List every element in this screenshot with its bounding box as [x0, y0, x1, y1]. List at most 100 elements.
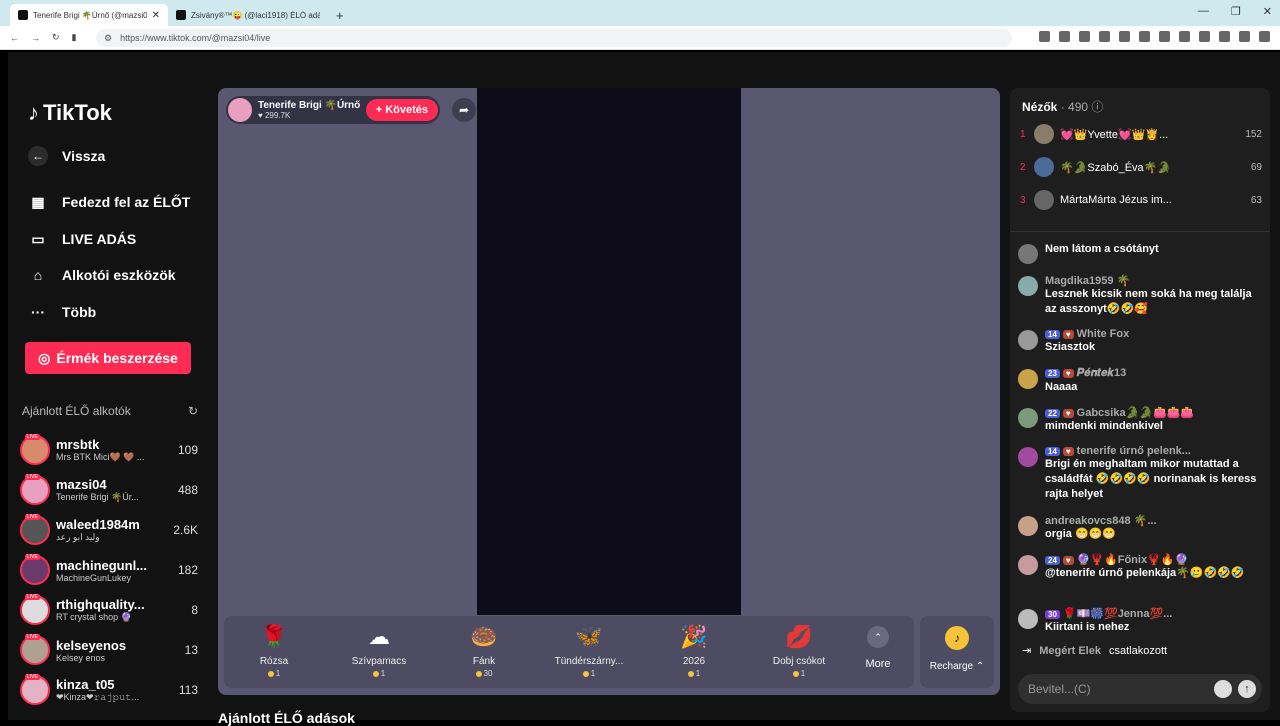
- get-coins-button[interactable]: ◎ Érmék beszerzése: [25, 342, 191, 374]
- chat-input[interactable]: Bevitel...(C) ↑: [1018, 674, 1262, 704]
- avatar[interactable]: [1018, 516, 1038, 536]
- browser-tab-active[interactable]: Tenerife Brigi 🌴Úrnő (@mazsi04) ✕: [10, 4, 168, 26]
- heart-badge-icon: ♥: [1062, 330, 1074, 339]
- live-video[interactable]: [477, 88, 741, 615]
- coin-icon: [475, 670, 482, 677]
- live-player[interactable]: Tenerife Brigi 🌴Úrnő ♥ 299.7K + Követés …: [218, 88, 1000, 695]
- tiktok-logo[interactable]: ♪ TikTok: [28, 100, 112, 126]
- creator-item[interactable]: LIVE kelseyenos Kelsey enos 13: [20, 632, 198, 668]
- sidebar-item-go-live[interactable]: ▭ LIVE ADÁS: [28, 229, 136, 249]
- chat-username[interactable]: 30 🌹💷🎆💯Jenna💯...: [1045, 607, 1262, 620]
- extension-icon[interactable]: [1039, 31, 1050, 42]
- recharge-button[interactable]: ♪ Recharge ⌃: [920, 616, 994, 688]
- gift-item[interactable]: 🎉 2026 1: [644, 622, 744, 678]
- chat-username[interactable]: Magdika1959 🌴: [1045, 274, 1262, 287]
- avatar[interactable]: [1018, 276, 1038, 296]
- extension-icon[interactable]: [1199, 31, 1210, 42]
- logo-text: TikTok: [43, 100, 112, 125]
- heart-badge-icon: ♥: [1062, 369, 1074, 378]
- rank-name: 💓👑Yvette💓👑👸...: [1060, 128, 1169, 141]
- ranking-row[interactable]: 1 💓👑Yvette💓👑👸... 152: [1020, 122, 1262, 146]
- back-link[interactable]: ← Vissza: [28, 146, 105, 166]
- close-window-icon[interactable]: ✕: [1263, 5, 1272, 18]
- rank-name: 🌴🐊Szabó_Éva🌴🐊: [1060, 161, 1172, 174]
- viewer-count: 113: [178, 683, 198, 697]
- creator-item[interactable]: LIVE machinegunl... MachineGunLukey 182: [20, 552, 198, 588]
- sidebar-item-more[interactable]: ··· Több: [28, 302, 96, 322]
- maximize-icon[interactable]: ❐: [1231, 5, 1241, 18]
- bookmark-icon[interactable]: ▮: [72, 32, 77, 43]
- site-settings-icon[interactable]: ⚙: [104, 33, 112, 44]
- more-gifts-button[interactable]: ⌃ More: [858, 626, 898, 670]
- send-icon[interactable]: ↑: [1238, 680, 1256, 698]
- avatar[interactable]: [1018, 369, 1038, 389]
- extension-icon[interactable]: [1059, 31, 1070, 42]
- chat-username[interactable]: 14 ♥ tenerife úrnő pelenk...: [1045, 445, 1262, 457]
- extension-icons: [1039, 31, 1270, 42]
- emoji-icon[interactable]: [1214, 680, 1232, 698]
- share-icon[interactable]: ➦: [452, 98, 476, 122]
- creator-item[interactable]: LIVE mrsbtk Mrs BTK Mici🤎 🤎 ... 109: [20, 432, 198, 468]
- gift-item[interactable]: 🍩 Fánk 30: [434, 622, 534, 678]
- reload-icon[interactable]: ↻: [52, 32, 60, 43]
- ranking-row[interactable]: 2 🌴🐊Szabó_Éva🌴🐊 69: [1020, 155, 1262, 179]
- new-tab-button[interactable]: +: [328, 8, 352, 26]
- sidebar: ♪ TikTok ← Vissza ▦ Fedezd fel az ÉLŐT ▭…: [8, 52, 210, 720]
- creator-item[interactable]: LIVE waleed1984m وليد ابو رعد 2.6K: [20, 512, 198, 548]
- viewer-count: 13: [184, 643, 198, 657]
- minimize-icon[interactable]: —: [1198, 5, 1209, 18]
- extension-icon[interactable]: [1179, 31, 1190, 42]
- refresh-icon[interactable]: ↻: [188, 404, 198, 418]
- chat-username[interactable]: 24 ♥ 🔮🦞🔥Főnix🦞🔥🔮: [1045, 553, 1262, 566]
- avatar[interactable]: [1018, 609, 1038, 629]
- chat-username[interactable]: andreakovcs848 🌴...: [1045, 514, 1262, 527]
- follow-button[interactable]: + Követés: [365, 99, 438, 121]
- chat-username[interactable]: 23 ♥ 𝑷𝒆́𝒏𝒕𝒆𝒌13: [1045, 367, 1262, 380]
- gift-item[interactable]: 🦋 Tündérszárny... 1: [539, 622, 639, 678]
- extension-icon[interactable]: [1159, 31, 1170, 42]
- browser-tab[interactable]: Zsivány®™😜 (@laci1918) ÉLŐ adás: [168, 4, 328, 26]
- back-arrow-icon[interactable]: ←: [10, 33, 19, 43]
- ranking-row[interactable]: 3 MártaMárta Jézus im... 63: [1020, 188, 1262, 212]
- avatar[interactable]: [1018, 447, 1038, 467]
- close-tab-icon[interactable]: ✕: [152, 10, 160, 21]
- gift-item[interactable]: 🌹 Rózsa 1: [224, 622, 324, 678]
- kiss-gift-icon: 💋: [785, 624, 813, 649]
- avatar[interactable]: [1018, 408, 1038, 428]
- extension-icon[interactable]: [1119, 31, 1130, 42]
- chat-username[interactable]: 14 ♥ White Fox: [1045, 328, 1262, 340]
- menu-icon[interactable]: [1259, 31, 1270, 42]
- live-badge: LIVE: [25, 474, 40, 480]
- avatar[interactable]: [1018, 244, 1038, 264]
- creator-item[interactable]: LIVE rthighquality... RT crystal shop 🔮 8: [20, 592, 198, 628]
- chat-username[interactable]: 22 ♥ Gabcsika🐊🐊👛👛👛: [1045, 406, 1262, 419]
- forward-arrow-icon[interactable]: →: [31, 33, 40, 43]
- help-icon[interactable]: ⓘ: [1091, 100, 1103, 114]
- gift-item[interactable]: ☁ Szívpamacs 1: [329, 622, 429, 678]
- url-bar[interactable]: ⚙ https://www.tiktok.com/@mazsi04/live: [96, 29, 1012, 47]
- host-avatar[interactable]: [228, 98, 252, 122]
- extension-icon[interactable]: [1239, 31, 1250, 42]
- gift-item[interactable]: 💋 Dobj csókot 1: [749, 622, 849, 678]
- extension-icon[interactable]: [1099, 31, 1110, 42]
- viewers-header[interactable]: Nézők · 490 ⓘ: [1022, 98, 1103, 115]
- avatar[interactable]: [1018, 555, 1038, 575]
- chat-text: Kiirtani is nehez: [1045, 621, 1130, 633]
- viewer-count: 109: [177, 443, 198, 457]
- creator-tools-icon: ⌂: [33, 267, 43, 283]
- creator-item[interactable]: LIVE mazsi04 Tenerife Brigi 🌴Úr... 488: [20, 472, 198, 508]
- extension-icon[interactable]: [1219, 31, 1230, 42]
- extension-icon[interactable]: [1079, 31, 1090, 42]
- host-name[interactable]: Tenerife Brigi 🌴Úrnő: [258, 100, 366, 111]
- avatar[interactable]: [1018, 330, 1038, 350]
- avatar: LIVE: [20, 474, 50, 505]
- sidebar-item-explore-live[interactable]: ▦ Fedezd fel az ÉLŐT: [28, 192, 190, 212]
- more-label: More: [865, 658, 891, 670]
- creator-item[interactable]: LIVE kinza_t05 ❤Kinza❤𝚛𝚊𝚓𝚙𝚞𝚝... 113: [20, 672, 198, 708]
- gift-price: 1: [329, 669, 429, 678]
- page-scrollbar[interactable]: [1270, 106, 1280, 720]
- joined-username[interactable]: Megért Elek: [1039, 645, 1101, 657]
- extension-icon[interactable]: [1139, 31, 1150, 42]
- sidebar-item-creator-tools[interactable]: ⌂ Alkotói eszközök: [28, 265, 176, 285]
- chat-text: mimdenki mindenkivel: [1045, 420, 1163, 432]
